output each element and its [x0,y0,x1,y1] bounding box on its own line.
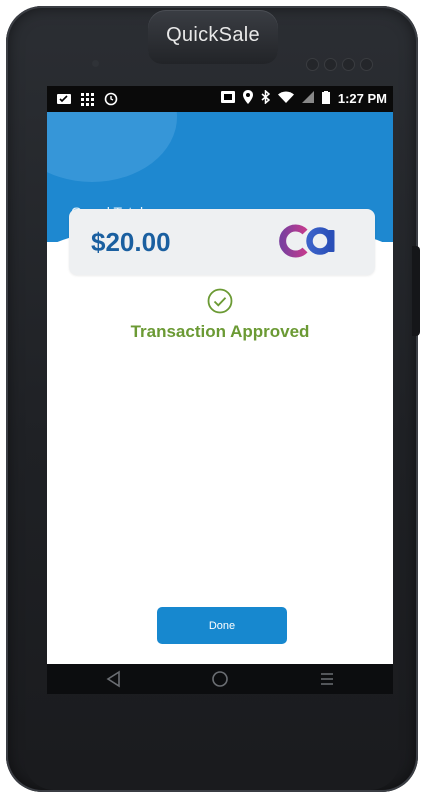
notification-icon [57,91,71,110]
battery-icon [321,90,330,107]
sensor-dot [306,58,319,71]
location-icon [242,90,253,107]
menu-icon[interactable] [319,670,335,692]
nav-bar [47,664,393,694]
total-amount: $20.00 [91,227,171,257]
back-icon[interactable] [105,670,123,692]
side-button [412,246,420,336]
status-time: 1:27 PM [337,91,387,106]
check-circle-icon [207,288,233,318]
sensor-dot [342,58,355,71]
done-button[interactable]: Done [157,607,287,644]
sensor-dot [324,58,337,71]
bluetooth-icon [261,89,271,107]
total-card: $20.00 [69,209,375,275]
wifi-icon [277,91,294,106]
screen: 1:27 PM Grand Total: $20.00 [47,86,393,664]
device-brand: QuickSale [166,24,260,46]
decor-bubble [47,112,177,182]
cast-icon [220,91,235,106]
status-bar: 1:27 PM [47,86,393,112]
device-bottom [24,750,400,790]
clock-icon [104,91,118,110]
signal-icon [301,91,314,106]
transaction-status: Transaction Approved [130,322,310,341]
home-icon[interactable] [211,670,229,692]
grid-icon [81,91,94,110]
sensor-dot [360,58,373,71]
brand-plate: QuickSale [148,10,278,64]
ca-logo [275,223,339,263]
front-camera [92,60,99,67]
